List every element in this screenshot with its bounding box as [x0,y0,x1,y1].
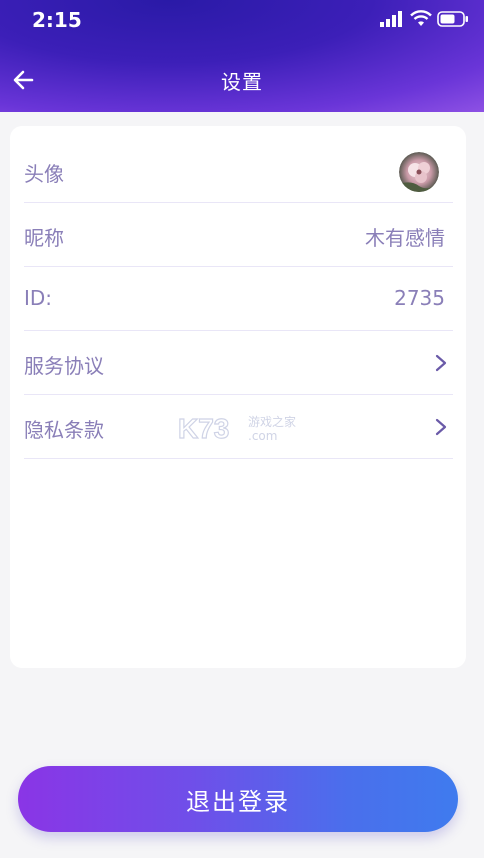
chevron-right-icon [435,418,447,436]
logout-button[interactable]: 退出登录 [18,766,458,832]
settings-row-service-agreement[interactable]: 服务协议 [24,330,453,395]
settings-row-label: 头像 [24,162,64,186]
nickname-value: 木有感情 [365,226,445,250]
page-title: 设置 [221,70,263,94]
watermark-line2: .com [248,429,277,443]
wifi-icon [410,10,432,26]
settings-row-label: ID: [24,286,53,310]
settings-row-label: 隐私条款 [24,418,104,442]
battery-icon [437,11,468,27]
avatar[interactable] [399,152,439,192]
app-header: 2:15 设置 [0,0,484,112]
settings-row-nickname[interactable]: 昵称 木有感情 [24,202,453,267]
status-time: 2:15 [32,8,82,32]
k73-watermark-logo: K73 游戏之家 .com [177,412,296,444]
settings-row-label: 服务协议 [24,354,104,378]
settings-row-label: 昵称 [24,226,64,250]
watermark-line1: 游戏之家 [248,414,296,429]
watermark-brand: K73 [178,413,229,444]
chevron-right-icon [435,354,447,372]
user-id-value: 2735 [394,286,445,310]
settings-row-avatar[interactable]: 头像 [24,138,453,203]
settings-row-id: ID: 2735 [24,266,453,331]
cellular-signal-icon [380,11,402,27]
status-bar: 2:15 [0,0,484,40]
settings-card: 头像 昵称 木有感情 ID: 2735 服务协议 隐私条款 [10,126,466,668]
